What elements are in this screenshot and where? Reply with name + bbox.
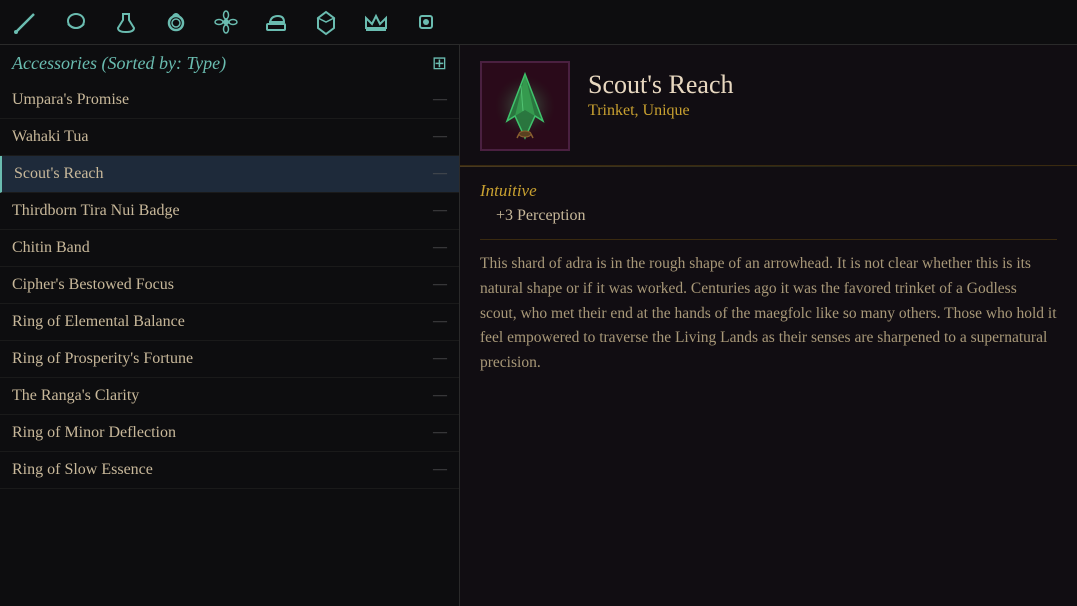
helmet-icon[interactable] <box>60 6 92 38</box>
list-item[interactable]: Umpara's Promise — <box>0 82 459 119</box>
item-details: Intuitive +3 Perception This shard of ad… <box>460 167 1077 606</box>
list-item[interactable]: Thirdborn Tira Nui Badge — <box>0 193 459 230</box>
list-item-value: — <box>433 314 447 330</box>
sort-icon[interactable]: ⊞ <box>432 53 447 74</box>
list-item-name: Ring of Prosperity's Fortune <box>12 350 193 368</box>
accessories-ring-icon[interactable] <box>160 6 192 38</box>
main-content: Accessories (Sorted by: Type) ⊞ Umpara's… <box>0 45 1077 606</box>
item-name: Scout's Reach <box>588 69 734 100</box>
property-value: +3 Perception <box>480 207 1057 225</box>
misc-icon[interactable] <box>410 6 442 38</box>
gem-icon[interactable] <box>310 6 342 38</box>
list-item[interactable]: Chitin Band — <box>0 230 459 267</box>
sword-icon[interactable] <box>10 6 42 38</box>
list-item[interactable]: Ring of Slow Essence — <box>0 452 459 489</box>
list-item[interactable]: Ring of Elemental Balance — <box>0 304 459 341</box>
divider-short <box>480 239 1057 240</box>
list-item-name: Chitin Band <box>12 239 90 257</box>
item-type: Trinket, Unique <box>588 102 734 120</box>
item-title-area: Scout's Reach Trinket, Unique <box>588 61 734 120</box>
list-item[interactable]: Scout's Reach — <box>0 156 459 193</box>
item-description: This shard of adra is in the rough shape… <box>480 252 1057 376</box>
right-panel: Scout's Reach Trinket, Unique Intuitive … <box>460 45 1077 606</box>
list-item-name: Scout's Reach <box>14 165 104 183</box>
list-item-name: Ring of Elemental Balance <box>12 313 185 331</box>
potion-icon[interactable] <box>110 6 142 38</box>
top-icon-bar <box>0 0 1077 45</box>
item-header: Scout's Reach Trinket, Unique <box>460 45 1077 165</box>
list-item-name: The Ranga's Clarity <box>12 387 139 405</box>
list-item[interactable]: Wahaki Tua — <box>0 119 459 156</box>
list-item-name: Cipher's Bestowed Focus <box>12 276 174 294</box>
list-item-value: — <box>433 166 447 182</box>
panel-header: Accessories (Sorted by: Type) ⊞ <box>0 45 459 82</box>
list-item-name: Umpara's Promise <box>12 91 129 109</box>
list-item-value: — <box>433 388 447 404</box>
list-item-value: — <box>433 462 447 478</box>
property-label: Intuitive <box>480 181 1057 201</box>
list-item-value: — <box>433 203 447 219</box>
list-item-name: Ring of Minor Deflection <box>12 424 176 442</box>
anvil-icon[interactable] <box>260 6 292 38</box>
crown-icon[interactable] <box>360 6 392 38</box>
list-item-name: Ring of Slow Essence <box>12 461 153 479</box>
left-panel: Accessories (Sorted by: Type) ⊞ Umpara's… <box>0 45 460 606</box>
item-image <box>480 61 570 151</box>
list-item-name: Wahaki Tua <box>12 128 89 146</box>
panel-title: Accessories (Sorted by: Type) <box>12 53 226 74</box>
list-item-value: — <box>433 129 447 145</box>
list-item-value: — <box>433 425 447 441</box>
list-item-name: Thirdborn Tira Nui Badge <box>12 202 180 220</box>
list-item-value: — <box>433 277 447 293</box>
flower-icon[interactable] <box>210 6 242 38</box>
list-item[interactable]: Ring of Prosperity's Fortune — <box>0 341 459 378</box>
list-item[interactable]: The Ranga's Clarity — <box>0 378 459 415</box>
list-item[interactable]: Ring of Minor Deflection — <box>0 415 459 452</box>
item-list[interactable]: Umpara's Promise—Wahaki Tua—Scout's Reac… <box>0 82 459 606</box>
list-item-value: — <box>433 92 447 108</box>
list-item-value: — <box>433 240 447 256</box>
list-item-value: — <box>433 351 447 367</box>
list-item[interactable]: Cipher's Bestowed Focus — <box>0 267 459 304</box>
